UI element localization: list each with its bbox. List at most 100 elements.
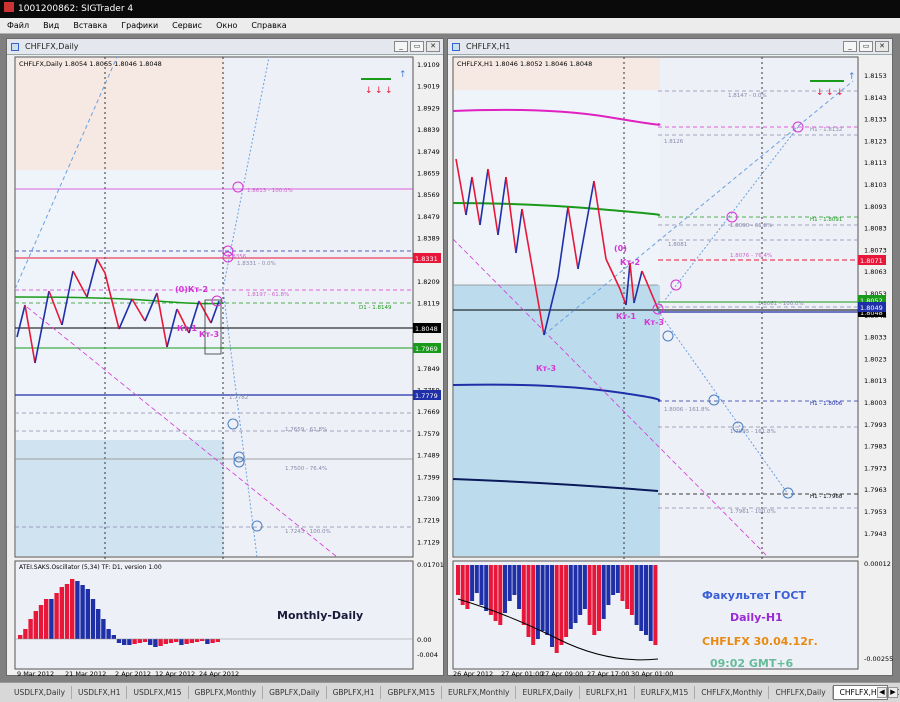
chart-tabs: USDLFX,Daily USDLFX,H1 USDLFX,M15 GBPLFX,Mo… (0, 682, 900, 702)
price-tick: 1.8153 (864, 72, 887, 80)
chart-tab[interactable]: CHFLFX,Monthly (695, 686, 770, 699)
chart-tab[interactable]: USDLFX,Daily (8, 686, 73, 699)
price-tick: 1.8143 (864, 94, 887, 102)
price-tick: 1.9109 (417, 61, 440, 69)
down-arrow-icon: ↓ (365, 86, 373, 96)
price-tick: 1.8093 (864, 203, 887, 211)
menu-item[interactable]: Справка (244, 18, 293, 34)
chart-tab[interactable]: EURLFX,H1 (580, 686, 635, 699)
price-tick: 1.7129 (417, 538, 440, 546)
chart-tab[interactable]: CHFLFX,Daily (769, 686, 833, 699)
price-tick: 1.9019 (417, 83, 440, 91)
tab-scroll-left-icon[interactable]: ◀ (877, 687, 887, 698)
osc-bar (75, 581, 80, 639)
price-tick: 1.8023 (864, 355, 887, 363)
zone-blue (454, 285, 660, 556)
osc-bar (568, 565, 573, 629)
down-arrow-icon: ↓ (385, 86, 393, 96)
fib-level-label: H1 - 1.8006 (810, 401, 843, 407)
osc-bar (644, 565, 648, 635)
menu-item[interactable]: Файл (0, 18, 36, 34)
osc-bar (64, 584, 70, 639)
chart-tab[interactable]: EURLFX,Monthly (442, 686, 517, 699)
chart-tab[interactable]: GBPLFX,Daily (263, 686, 327, 699)
price-tag-label: 1.7969 (415, 345, 438, 353)
info-label: Daily-H1 (730, 611, 783, 624)
menu-item[interactable]: Вид (36, 18, 66, 34)
daily-chart-canvas[interactable]: CHFLFX,Daily 1.8054 1.8065 1.8046 1.8048… (7, 39, 445, 677)
osc-bar (80, 585, 85, 639)
wave-annotation: Кт-2 (620, 258, 640, 267)
price-tick: 1.7963 (864, 486, 887, 494)
osc-bar (578, 565, 583, 615)
time-tick: 27 Apr 17:00 (587, 670, 629, 677)
chart-header: CHFLFX,H1 1.8046 1.8052 1.8046 1.8048 (457, 60, 592, 68)
price-tick: 1.8113 (864, 159, 887, 167)
app-logo-icon (4, 2, 14, 12)
osc-bar (545, 565, 550, 635)
h1-chart-canvas[interactable]: CHFLFX,H1 1.8046 1.8052 1.8046 1.8048 1.8… (448, 39, 894, 677)
price-tick: 1.8659 (417, 170, 440, 178)
chart-tab[interactable]: GBPLFX,H1 (327, 686, 382, 699)
osc-bar (456, 565, 460, 595)
price-tick: 1.7309 (417, 495, 440, 503)
osc-bar (653, 565, 658, 645)
timeframe-label: Monthly-Daily (277, 609, 363, 622)
chart-window-h1[interactable]: CHFLFX,H1 _ ▭ ✕ CHFLFX,H1 1.8046 1.8052 1.… (447, 38, 894, 677)
osc-bar (33, 611, 38, 639)
osc-bar (38, 605, 44, 639)
menu-item[interactable]: Окно (209, 18, 244, 34)
wave-annotation: (0)Кт-2 (175, 285, 208, 294)
osc-bar (142, 639, 148, 642)
chart-tab[interactable]: USDLFX,H1 (72, 686, 128, 699)
menu-item[interactable]: Вставка (66, 18, 114, 34)
price-tick: 1.7399 (417, 473, 440, 481)
price-tick: 1.7993 (864, 421, 887, 429)
app-title-bar: 1001200862: SIGTrader 4 (0, 0, 900, 18)
osc-bar (70, 579, 75, 639)
chart-tab[interactable]: USDLFX,M15 (127, 686, 189, 699)
osc-bar (460, 565, 465, 605)
time-tick: 12 Apr 2012 (155, 670, 195, 677)
time-tick: 24 Apr 2012 (199, 670, 239, 677)
osc-bar (535, 565, 540, 639)
osc-bar (470, 565, 475, 601)
fib-level-label: D1 - 1.8149 (359, 305, 392, 311)
up-arrow-icon: ↑ (399, 70, 407, 80)
chart-window-daily[interactable]: CHFLFX,Daily _ ▭ ✕ CHFLFX,Daily 1.8054 1.8… (6, 38, 445, 677)
chart-tab[interactable]: EURLFX,M15 (635, 686, 696, 699)
osc-bar (153, 639, 158, 647)
osc-bar (85, 589, 90, 639)
osc-bar (597, 565, 601, 631)
osc-bar (648, 565, 653, 641)
osc-bar (101, 619, 106, 639)
osc-bar (54, 593, 59, 639)
oscillator-header: ATEI.SAKS.Oscillator (5,34) TF: D1, vers… (19, 564, 162, 571)
menu-item[interactable]: Сервис (165, 18, 209, 34)
price-tick: 1.8839 (417, 126, 440, 134)
osc-bar (205, 639, 210, 644)
wave-annotation: (0) (614, 244, 627, 253)
up-arrow-icon: ↑ (848, 72, 856, 82)
fib-level-label: 1.8197 - 61.8% (247, 292, 289, 298)
osc-tick: 0.00 (417, 636, 431, 644)
osc-bar (210, 639, 215, 643)
down-arrow-icon: ↓ (826, 88, 834, 98)
chart-tab[interactable]: GBPLFX,M15 (381, 686, 442, 699)
osc-bar (629, 565, 634, 615)
menu-item[interactable]: Графики (114, 18, 165, 34)
osc-bar (96, 609, 101, 639)
price-tag-label: 1.8048 (415, 325, 438, 333)
info-label: CHFLFX 30.04.12г. (702, 635, 818, 648)
osc-bar (18, 635, 23, 639)
price-tick: 1.8119 (417, 300, 440, 308)
chart-tab[interactable]: EURLFX,Daily (516, 686, 580, 699)
wave-annotation: Кт-1 (616, 312, 636, 321)
fib-level-label: 1.7782 (229, 395, 248, 401)
price-tick: 1.8749 (417, 148, 440, 156)
chart-tab[interactable]: GBPLFX,Monthly (189, 686, 264, 699)
osc-bar (512, 565, 517, 595)
tab-scroll-right-icon[interactable]: ▶ (888, 687, 898, 698)
fib-level-label: 1.8126 (664, 139, 684, 145)
osc-bar (90, 599, 96, 639)
